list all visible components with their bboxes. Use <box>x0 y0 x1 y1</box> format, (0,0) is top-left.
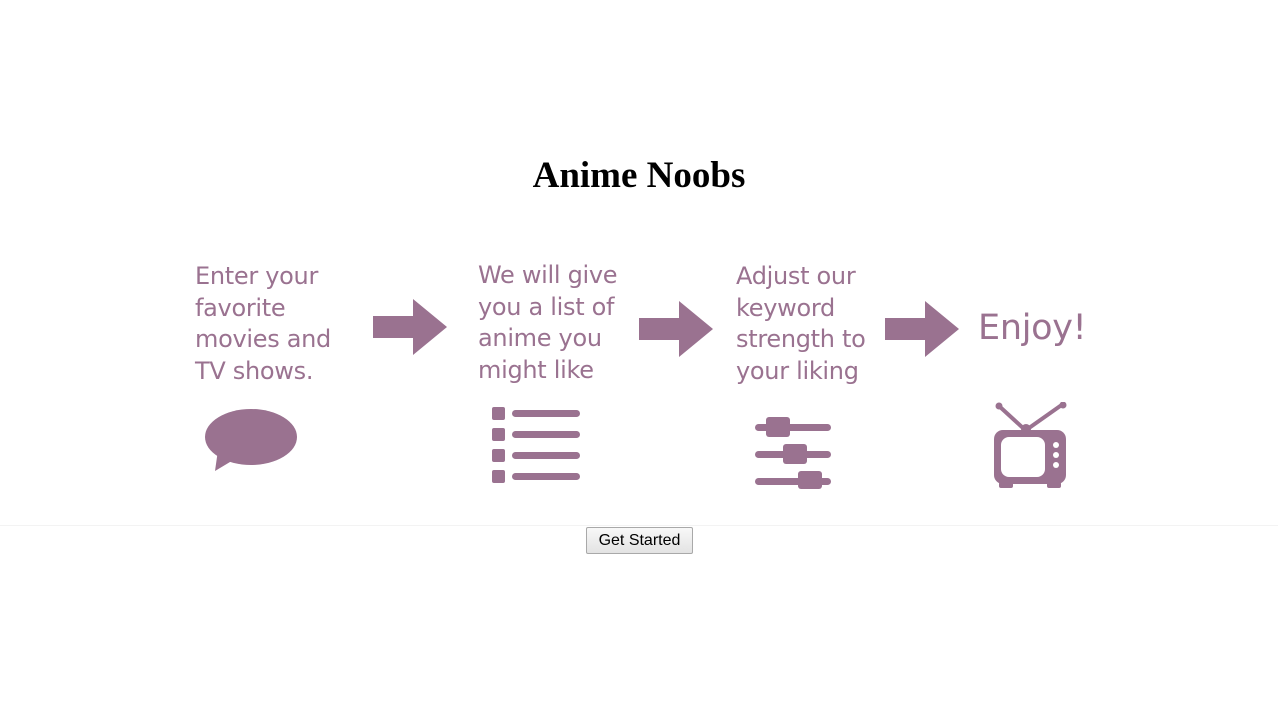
how-it-works-banner: Enter your favorite movies and TV shows.… <box>0 240 1278 526</box>
get-started-button[interactable]: Get Started <box>586 527 693 554</box>
arrow-right-icon <box>885 301 959 357</box>
step-1-line: TV shows. <box>195 356 314 385</box>
step-2-line: We will give <box>478 261 618 289</box>
step-2-line: might like <box>478 355 594 384</box>
step-3-line: keyword <box>736 293 835 322</box>
step-3-line: Adjust our <box>736 262 856 290</box>
step-2-line: anime you <box>478 324 602 352</box>
arrow-right-icon <box>373 299 447 355</box>
step-1-text: Enter your favorite movies and TV shows. <box>195 261 331 387</box>
step-1-line: Enter your <box>195 262 319 290</box>
page-title: Anime Noobs <box>532 155 746 196</box>
step-2-text: We will give you a list of anime you mig… <box>478 260 618 386</box>
tv-icon <box>994 402 1067 488</box>
arrow-right-icon <box>639 301 713 357</box>
list-icon <box>492 407 580 483</box>
step-4-text: Enjoy! <box>978 308 1087 348</box>
sliders-icon <box>755 417 831 489</box>
page: Anime Noobs Enter your favorite movies a… <box>0 0 1278 720</box>
step-3-line: strength to <box>736 325 866 353</box>
step-1-line: favorite <box>195 293 286 322</box>
speech-bubble-icon <box>205 409 297 471</box>
step-3-line: your liking <box>736 356 859 385</box>
step-1-line: movies and <box>195 325 331 353</box>
step-4-line: Enjoy! <box>978 308 1087 348</box>
step-3-text: Adjust our keyword strength to your liki… <box>736 261 866 387</box>
step-2-line: you a list of <box>478 292 615 321</box>
